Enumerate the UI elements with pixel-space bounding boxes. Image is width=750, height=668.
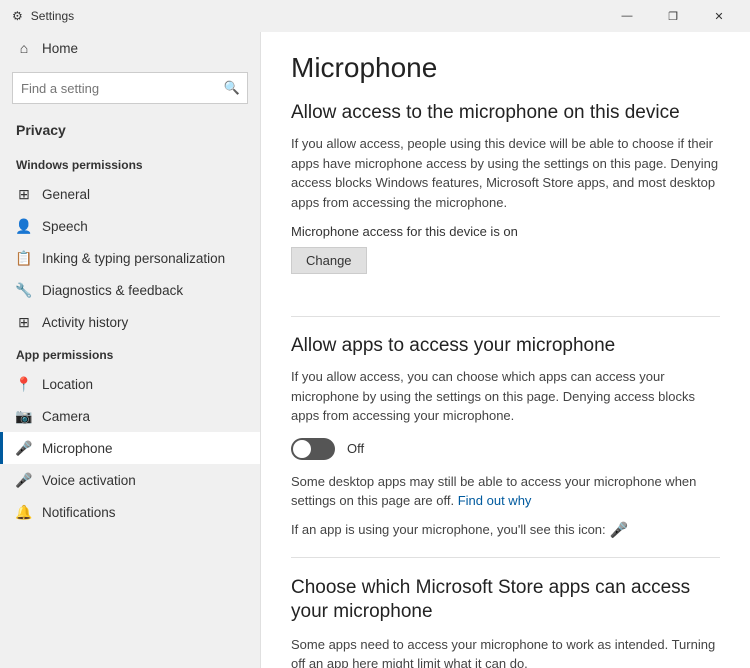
camera-icon: 📷: [16, 408, 32, 424]
maximize-button[interactable]: ❐: [650, 0, 696, 32]
section1-status: Microphone access for this device is on: [291, 224, 720, 239]
sidebar-location-label: Location: [42, 377, 93, 392]
section3-description: Some apps need to access your microphone…: [291, 635, 720, 668]
sidebar-item-notifications[interactable]: 🔔 Notifications: [0, 496, 260, 528]
apps-toggle[interactable]: [291, 438, 335, 460]
sidebar-general-label: General: [42, 187, 90, 202]
section2-description: If you allow access, you can choose whic…: [291, 367, 720, 426]
icon-row-text: If an app is using your microphone, you'…: [291, 522, 606, 537]
home-icon: ⌂: [16, 40, 32, 56]
sidebar-diagnostics-label: Diagnostics & feedback: [42, 283, 183, 298]
section2-divider: [291, 557, 720, 558]
general-icon: ⊞: [16, 186, 32, 202]
settings-window: ⚙ Settings — ❐ ✕ ⌂ Home 🔍 Privacy Wi: [0, 0, 750, 668]
section3-title: Choose which Microsoft Store apps can ac…: [291, 576, 720, 625]
windows-permissions-label: Windows permissions: [0, 148, 260, 178]
diagnostics-icon: 🔧: [16, 282, 32, 298]
speech-icon: 👤: [16, 218, 32, 234]
search-input[interactable]: [12, 72, 248, 104]
microphone-icon: 🎤: [16, 440, 32, 456]
minimize-button[interactable]: —: [604, 0, 650, 32]
sidebar-item-general[interactable]: ⊞ General: [0, 178, 260, 210]
search-box: 🔍: [12, 72, 248, 104]
notifications-icon: 🔔: [16, 504, 32, 520]
apps-toggle-row: Off: [291, 438, 720, 460]
main-content: Microphone Allow access to the microphon…: [260, 32, 750, 668]
sidebar-microphone-label: Microphone: [42, 441, 113, 456]
title-bar-controls: — ❐ ✕: [604, 0, 742, 32]
toggle-knob: [293, 440, 311, 458]
content-area: ⌂ Home 🔍 Privacy Windows permissions ⊞ G…: [0, 32, 750, 668]
sidebar-item-voice[interactable]: 🎤 Voice activation: [0, 464, 260, 496]
microphone-inline-icon: 🎤: [610, 521, 629, 539]
section1-description: If you allow access, people using this d…: [291, 134, 720, 212]
sidebar-item-inking[interactable]: 📋 Inking & typing personalization: [0, 242, 260, 274]
sidebar-camera-label: Camera: [42, 409, 90, 424]
sidebar: ⌂ Home 🔍 Privacy Windows permissions ⊞ G…: [0, 32, 260, 668]
sidebar-speech-label: Speech: [42, 219, 88, 234]
sidebar-item-speech[interactable]: 👤 Speech: [0, 210, 260, 242]
settings-gear-icon: ⚙: [12, 9, 23, 23]
section2-info: Some desktop apps may still be able to a…: [291, 472, 720, 511]
privacy-label: Privacy: [0, 116, 260, 148]
page-title: Microphone: [291, 52, 720, 84]
icon-row: If an app is using your microphone, you'…: [291, 521, 720, 539]
title-bar: ⚙ Settings — ❐ ✕: [0, 0, 750, 32]
sidebar-item-home[interactable]: ⌂ Home: [0, 32, 260, 64]
sidebar-voice-label: Voice activation: [42, 473, 136, 488]
close-button[interactable]: ✕: [696, 0, 742, 32]
sidebar-inking-label: Inking & typing personalization: [42, 251, 225, 266]
sidebar-item-activity[interactable]: ⊞ Activity history: [0, 306, 260, 338]
title-bar-left: ⚙ Settings: [12, 9, 74, 23]
voice-icon: 🎤: [16, 472, 32, 488]
sidebar-item-location[interactable]: 📍 Location: [0, 368, 260, 400]
section1-divider: [291, 316, 720, 317]
apps-toggle-label: Off: [347, 441, 364, 456]
section1-title: Allow access to the microphone on this d…: [291, 102, 720, 124]
sidebar-activity-label: Activity history: [42, 315, 128, 330]
window-title: Settings: [31, 9, 74, 23]
section2-title: Allow apps to access your microphone: [291, 335, 720, 357]
location-icon: 📍: [16, 376, 32, 392]
find-out-why-link[interactable]: Find out why: [458, 493, 532, 508]
change-button[interactable]: Change: [291, 247, 367, 274]
search-icon: 🔍: [224, 80, 240, 96]
app-permissions-label: App permissions: [0, 338, 260, 368]
activity-icon: ⊞: [16, 314, 32, 330]
sidebar-item-diagnostics[interactable]: 🔧 Diagnostics & feedback: [0, 274, 260, 306]
sidebar-home-label: Home: [42, 41, 78, 56]
sidebar-notifications-label: Notifications: [42, 505, 116, 520]
sidebar-item-microphone[interactable]: 🎤 Microphone: [0, 432, 260, 464]
inking-icon: 📋: [16, 250, 32, 266]
sidebar-item-camera[interactable]: 📷 Camera: [0, 400, 260, 432]
